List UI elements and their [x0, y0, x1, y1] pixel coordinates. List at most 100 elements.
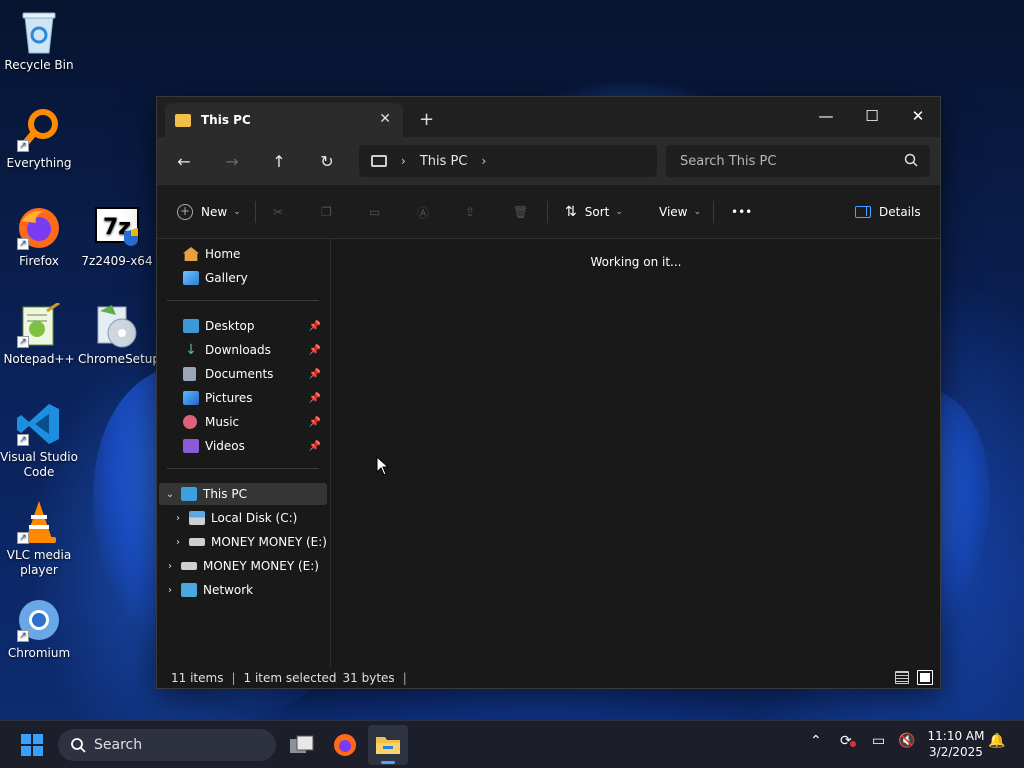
desktop-icon-vlc[interactable]: ↗ VLC media player [0, 498, 78, 578]
desktop-icon-label: Recycle Bin [4, 58, 74, 72]
nav-item-desktop[interactable]: Desktop 📌 [159, 315, 327, 337]
sync-icon[interactable]: ⟳ [840, 733, 856, 749]
nav-item-music[interactable]: Music 📌 [159, 411, 327, 433]
command-bar: + New ⌄ ✂ ❐ ▭ Ⓐ ⇪ 🗑 ⇅ Sort ⌄ View ⌄ ••• … [157, 185, 940, 239]
chevron-right-icon[interactable]: › [171, 537, 185, 548]
task-view-button[interactable] [282, 725, 322, 765]
search-input[interactable] [666, 145, 886, 177]
details-pane-button[interactable]: Details [855, 199, 921, 225]
file-explorer-icon [376, 737, 400, 754]
taskbar-firefox[interactable] [325, 725, 365, 765]
pin-icon[interactable]: 📌 [309, 369, 321, 380]
rename-button[interactable]: Ⓐ [417, 199, 429, 225]
chevron-right-icon[interactable]: › [401, 154, 406, 168]
network-status-icon[interactable]: ▭ [872, 733, 885, 749]
breadcrumb[interactable]: › This PC › [359, 145, 657, 177]
tab-this-pc[interactable]: This PC ✕ [165, 103, 403, 137]
back-button[interactable]: ← [171, 149, 197, 173]
up-button[interactable]: ↑ [266, 149, 292, 173]
nav-item-this-pc[interactable]: ⌄ This PC [159, 483, 327, 505]
clock[interactable]: 11:10 AM 3/2/2025 [920, 728, 992, 760]
firefox-icon [334, 734, 356, 756]
desktop-icon-chromesetup[interactable]: ChromeSetup [78, 302, 160, 367]
nav-item-local-disk-c[interactable]: › Local Disk (C:) [159, 507, 327, 529]
refresh-button[interactable]: ↻ [314, 149, 340, 173]
nav-item-network[interactable]: › Network [159, 579, 327, 601]
pin-icon[interactable]: 📌 [309, 321, 321, 332]
plus-circle-icon: + [177, 204, 193, 220]
loading-message: Working on it... [590, 255, 682, 269]
copy-icon: ❐ [321, 205, 332, 219]
paste-button[interactable]: ▭ [369, 199, 380, 225]
breadcrumb-segment[interactable]: This PC [420, 154, 468, 169]
nav-item-gallery[interactable]: Gallery [159, 267, 327, 289]
notifications-icon[interactable]: 🔔 [988, 733, 1005, 749]
copy-button[interactable]: ❐ [321, 199, 332, 225]
content-area[interactable]: Working on it... [332, 239, 940, 667]
desktop-icon-everything[interactable]: ↗ Everything [0, 106, 78, 171]
nav-item-pictures[interactable]: Pictures 📌 [159, 387, 327, 409]
removable-drive-icon [181, 562, 197, 570]
search-icon [904, 153, 918, 170]
firefox-icon: ↗ [15, 204, 63, 252]
nav-item-videos[interactable]: Videos 📌 [159, 435, 327, 457]
details-view-button[interactable] [895, 671, 909, 684]
new-button[interactable]: + New ⌄ [177, 199, 241, 225]
close-window-button[interactable]: ✕ [895, 101, 941, 131]
taskbar-file-explorer[interactable] [368, 725, 408, 765]
more-options-button[interactable]: ••• [731, 199, 752, 225]
desktop-icon-recycle-bin[interactable]: Recycle Bin [0, 8, 78, 73]
nav-item-label: Network [203, 583, 254, 597]
nav-item-money-money-e[interactable]: › MONEY MONEY (E:) [159, 555, 327, 577]
nav-item-documents[interactable]: Documents 📌 [159, 363, 327, 385]
chevron-right-icon[interactable]: › [481, 154, 486, 168]
desktop-folder-icon [183, 319, 199, 333]
close-tab-button[interactable]: ✕ [379, 111, 391, 127]
nav-item-home[interactable]: Home [159, 243, 327, 265]
pin-icon[interactable]: 📌 [309, 393, 321, 404]
maximize-button[interactable]: ☐ [849, 101, 895, 131]
desktop-icon-label: Everything [6, 156, 72, 170]
search-box[interactable] [666, 145, 930, 177]
chevron-right-icon[interactable]: › [163, 561, 177, 572]
forward-button[interactable]: → [219, 149, 245, 173]
chevron-right-icon[interactable]: › [171, 513, 185, 524]
chevron-up-icon[interactable]: ⌃ [810, 733, 822, 749]
desktop-icon-firefox[interactable]: ↗ Firefox [0, 204, 78, 269]
pin-icon[interactable]: 📌 [309, 441, 321, 452]
pin-icon[interactable]: 📌 [309, 417, 321, 428]
nav-item-label: Desktop [205, 319, 255, 333]
nav-item-money-money-e[interactable]: › MONEY MONEY (E:) [159, 531, 327, 553]
nav-divider [167, 468, 319, 469]
home-icon [183, 247, 199, 261]
chevron-right-icon[interactable]: › [163, 585, 177, 596]
sort-icon: ⇅ [565, 204, 577, 220]
start-button[interactable] [12, 729, 52, 761]
desktop-icon-chromium[interactable]: ↗ Chromium [0, 596, 78, 661]
active-indicator [381, 761, 395, 764]
tiles-view-button[interactable] [917, 670, 933, 685]
chevron-down-icon: ⌄ [693, 207, 702, 217]
share-button[interactable]: ⇪ [465, 199, 475, 225]
drive-icon [189, 511, 205, 525]
taskbar-search[interactable] [58, 729, 276, 761]
view-button[interactable]: View ⌄ [659, 199, 701, 225]
desktop-icon-label: Chromium [7, 646, 71, 660]
desktop-icon-notepadpp[interactable]: ↗ Notepad++ [0, 302, 78, 367]
cut-button[interactable]: ✂ [273, 199, 283, 225]
delete-button[interactable]: 🗑 [513, 199, 528, 225]
sort-button[interactable]: ⇅ Sort ⌄ [565, 199, 623, 225]
divider [713, 201, 714, 223]
desktop-icon-7z2409[interactable]: 7z 7z2409-x64 [78, 204, 156, 269]
volume-muted-icon[interactable]: 🔇 [898, 733, 915, 749]
nav-item-downloads[interactable]: ↓ Downloads 📌 [159, 339, 327, 361]
new-tab-button[interactable]: + [419, 109, 434, 130]
music-icon [183, 415, 197, 429]
desktop-icon-label: Visual Studio Code [0, 450, 78, 479]
taskbar-search-input[interactable] [94, 737, 264, 753]
chevron-down-icon[interactable]: ⌄ [163, 489, 177, 500]
minimize-button[interactable]: — [803, 101, 849, 131]
scissors-icon: ✂ [273, 205, 284, 219]
pin-icon[interactable]: 📌 [309, 345, 321, 356]
desktop-icon-vscode[interactable]: ↗ Visual Studio Code [0, 400, 78, 480]
